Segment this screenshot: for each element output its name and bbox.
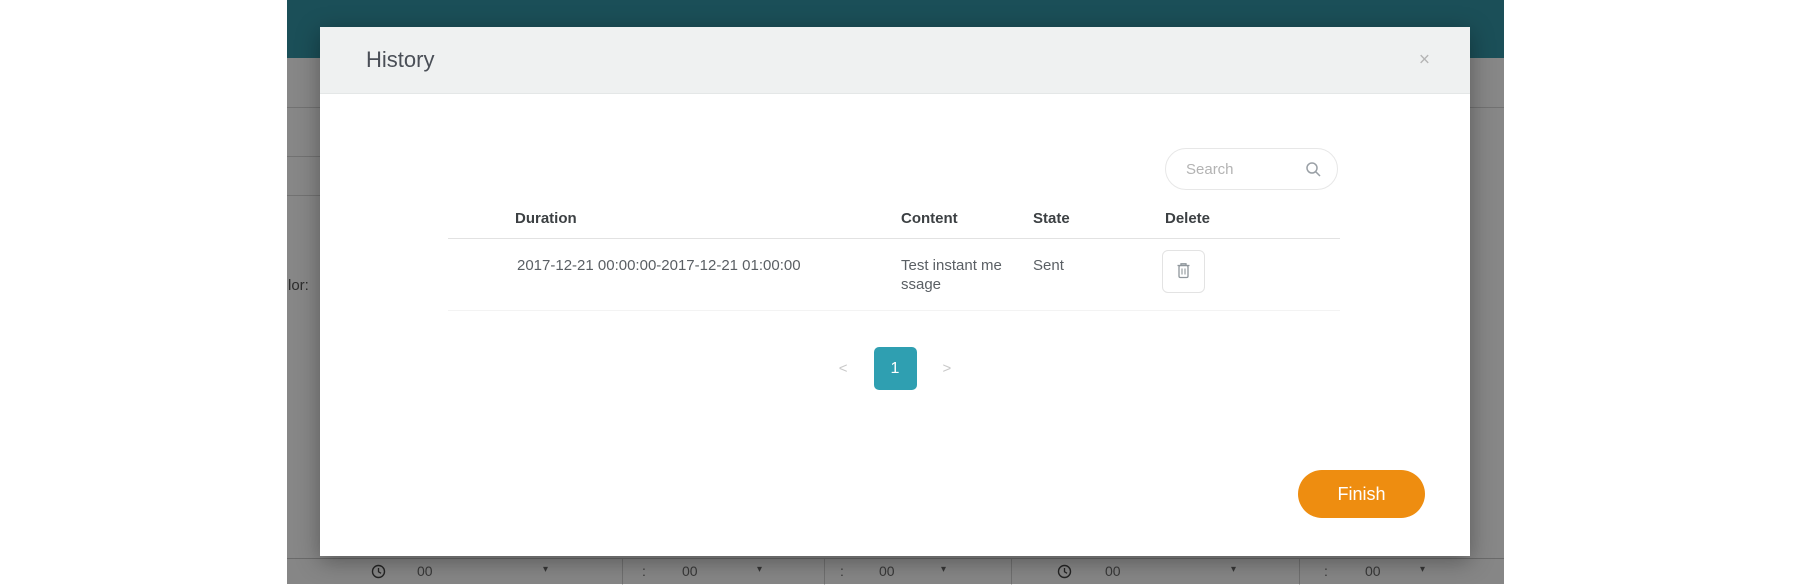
pagination: < 1 > [320, 347, 1470, 390]
column-header-duration: Duration [515, 210, 577, 227]
trash-icon [1176, 262, 1191, 282]
cell-duration: 2017-12-21 00:00:00-2017-12-21 01:00:00 [517, 256, 801, 275]
delete-button[interactable] [1162, 250, 1205, 293]
search-input[interactable] [1184, 150, 1302, 188]
column-header-state: State [1033, 210, 1070, 227]
cell-content: Test instant message [901, 256, 1005, 294]
modal-header: History × [320, 27, 1470, 94]
column-header-delete: Delete [1165, 210, 1210, 227]
pagination-prev[interactable]: < [833, 359, 854, 378]
finish-button[interactable]: Finish [1298, 470, 1425, 518]
history-modal: History × Duration Content State Delete … [320, 27, 1470, 556]
column-header-content: Content [901, 210, 958, 227]
search-box [1165, 148, 1338, 190]
table-row-divider [448, 310, 1340, 311]
close-icon[interactable]: × [1413, 50, 1436, 71]
pagination-page-current[interactable]: 1 [874, 347, 917, 390]
cell-state: Sent [1033, 256, 1064, 275]
table-header-divider [448, 238, 1340, 239]
pagination-next[interactable]: > [937, 359, 958, 378]
modal-title: History [366, 47, 434, 73]
search-icon[interactable] [1305, 161, 1322, 181]
